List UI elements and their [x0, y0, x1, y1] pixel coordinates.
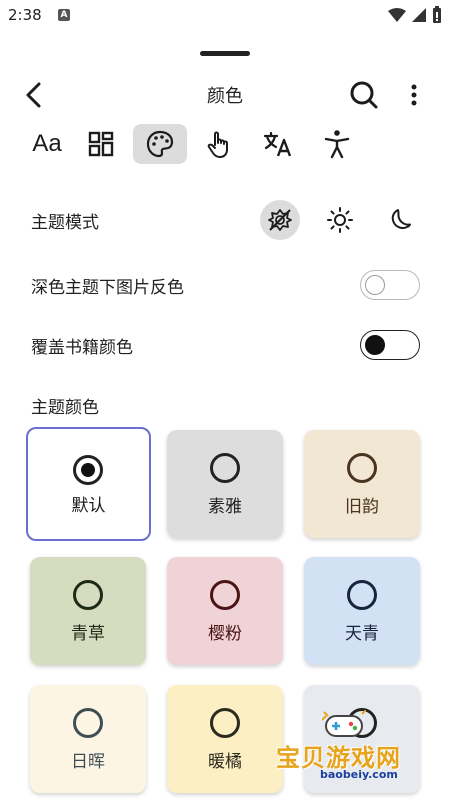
more-button[interactable] — [404, 80, 424, 110]
translate-icon — [263, 131, 292, 157]
swatch-tianqing[interactable]: 天青 — [304, 557, 420, 665]
swatch-nuanju[interactable]: 暖橘 — [167, 685, 283, 793]
page-title: 颜色 — [207, 86, 243, 107]
search-icon — [350, 81, 378, 109]
swatch-label: 暖橘 — [208, 752, 242, 772]
radio-unselected-icon — [210, 453, 240, 483]
tab-gesture[interactable] — [192, 124, 246, 164]
theme-color-label: 主题颜色 — [31, 398, 99, 418]
layout-grid-icon — [88, 131, 114, 157]
tab-color[interactable] — [133, 124, 187, 164]
swatch-label: 青草 — [71, 624, 105, 644]
swatch-label: 天青 — [345, 624, 379, 644]
theme-mode-auto-button[interactable] — [260, 200, 300, 240]
wifi-icon — [388, 8, 406, 22]
notification-icon: A — [58, 9, 70, 21]
radio-unselected-icon — [210, 708, 240, 738]
sheet-drag-handle[interactable] — [200, 51, 250, 56]
toggle-knob — [365, 275, 385, 295]
touch-hand-icon — [207, 131, 228, 158]
swatch-label: 默认 — [71, 496, 106, 516]
sun-icon — [327, 207, 353, 233]
auto-brightness-icon — [268, 209, 292, 231]
theme-mode-dark-button[interactable] — [380, 200, 420, 240]
swatch-label: 旧韵 — [345, 497, 379, 517]
invert-images-toggle[interactable] — [360, 270, 420, 300]
chevron-left-icon — [26, 82, 41, 108]
signal-icon — [412, 8, 426, 22]
swatch-default[interactable]: 默认 — [26, 427, 151, 541]
radio-unselected-icon — [347, 580, 377, 610]
swatch-label: 日晖 — [71, 752, 105, 772]
swatch-rihui[interactable]: 日晖 — [30, 685, 146, 793]
settings-tabs: Aa — [20, 124, 440, 168]
gamepad-logo-icon — [322, 710, 366, 737]
watermark: 宝贝游戏网 baobeiy.com — [272, 708, 450, 781]
search-button[interactable] — [348, 79, 380, 111]
font-icon: Aa — [32, 130, 62, 157]
override-book-colors-toggle[interactable] — [360, 330, 420, 360]
swatch-yingfen[interactable]: 樱粉 — [167, 557, 283, 665]
back-button[interactable] — [20, 80, 50, 110]
status-bar: 2:38 A — [0, 0, 450, 32]
toolbar: 颜色 — [0, 72, 450, 118]
radio-selected-icon — [73, 455, 103, 485]
tab-layout[interactable] — [74, 124, 128, 164]
override-book-colors-label: 覆盖书籍颜色 — [31, 338, 133, 358]
radio-unselected-icon — [210, 580, 240, 610]
theme-mode-label: 主题模式 — [31, 213, 99, 233]
invert-images-label: 深色主题下图片反色 — [31, 278, 184, 298]
tab-accessibility[interactable] — [310, 124, 364, 164]
radio-unselected-icon — [347, 453, 377, 483]
swatch-qingcao[interactable]: 青草 — [30, 557, 146, 665]
watermark-url: baobeiy.com — [320, 768, 398, 781]
accessibility-icon — [324, 130, 350, 159]
swatch-label: 樱粉 — [208, 624, 242, 644]
palette-icon — [146, 130, 174, 158]
radio-unselected-icon — [73, 708, 103, 738]
more-vertical-icon — [411, 84, 417, 106]
swatch-suya[interactable]: 素雅 — [167, 430, 283, 538]
swatch-jiuyun[interactable]: 旧韵 — [304, 430, 420, 538]
toggle-knob — [365, 335, 385, 355]
moon-icon — [391, 209, 411, 230]
swatch-label: 素雅 — [208, 497, 242, 517]
theme-mode-light-button[interactable] — [320, 200, 360, 240]
battery-icon — [433, 6, 441, 23]
status-icons — [388, 6, 442, 24]
radio-unselected-icon — [73, 580, 103, 610]
tab-text[interactable]: Aa — [20, 124, 74, 164]
status-time: 2:38 — [8, 6, 42, 24]
tab-translate[interactable] — [251, 124, 305, 164]
